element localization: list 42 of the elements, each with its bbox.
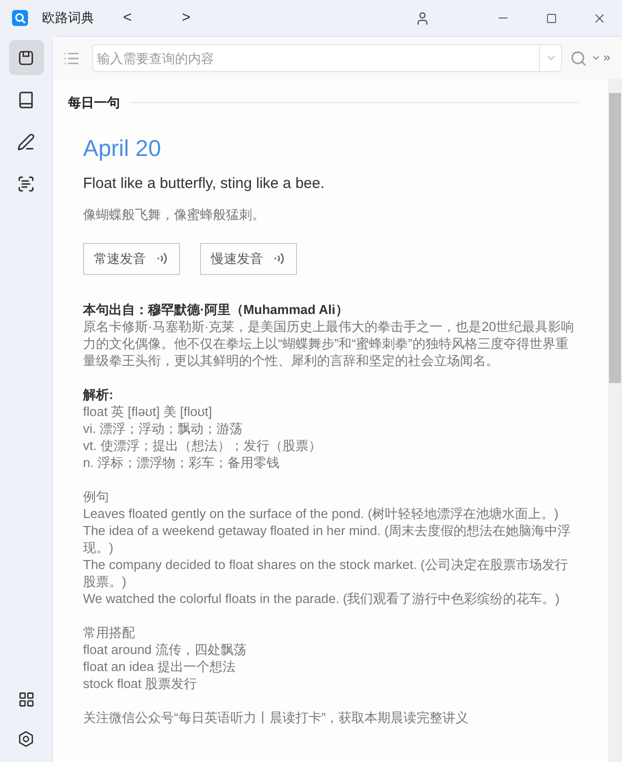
sidebar-item[interactable] — [8, 40, 44, 75]
example-sentence: We watched the colorful floats in the parade. (我们观看了游行中色彩缤纷的花车。) — [83, 590, 561, 606]
forward-button[interactable]: > — [178, 6, 194, 30]
search-field[interactable]: 输入需要查询的内容 — [92, 44, 540, 72]
collocation-line: float around 流传，四处飘荡 — [83, 640, 248, 658]
definition-line: vi. 漂浮；浮动；飘动；游荡 — [83, 420, 244, 436]
footer-note: 关注微信公众号“每日英语听力丨晨读打卡”，获取本期晨读完整讲义 — [83, 708, 470, 726]
apps-icon[interactable] — [18, 691, 34, 708]
analysis-title: 解析: — [83, 386, 114, 402]
definition-line: n. 浮标；漂浮物；彩车；备用零钱 — [83, 454, 280, 470]
pronounce-button[interactable]: 慢速发音 — [200, 242, 297, 274]
example-sentence: The company decided to float shares on the stock market. (公司决定在股票市场发行股票。) — [83, 556, 569, 590]
book-icon — [17, 90, 35, 108]
daily-sentence: Float like a butterfly, sting like a bee. — [83, 174, 326, 194]
account-icon[interactable] — [415, 10, 430, 26]
section-title: 每日一句 — [68, 94, 120, 112]
collocation-line: float an idea 提出一个想法 — [83, 658, 236, 674]
scrollbar[interactable] — [608, 79, 622, 762]
collocations-title: 常用搭配 — [83, 624, 136, 640]
sentence-translation: 像蝴蝶般飞舞，像蜜蜂般猛刺。 — [83, 206, 266, 224]
definition-line: float 英 [fləʊt] 美 [floʊt] — [83, 402, 213, 420]
app-logo-icon — [12, 10, 28, 26]
search-icon[interactable] — [570, 50, 587, 66]
sound-icon — [156, 251, 169, 266]
window-title: 欧路词典 — [42, 9, 94, 28]
example-sentence: The idea of a weekend getaway floated in her mind. (周末去度假的想法在她脑海中浮现。) — [83, 522, 572, 556]
example-sentence: Leaves floated gently on the surface of the pond. (树叶轻轻地漂浮在池塘水面上。) — [83, 504, 560, 522]
date-heading: April 20 — [83, 134, 162, 162]
examples-title: 例句 — [83, 488, 110, 504]
back-button[interactable]: < — [120, 6, 135, 30]
notebook-icon — [17, 48, 35, 66]
source-paragraph: 原名卡修斯·马塞勒斯·克莱，是美国历史上最伟大的拳击手之一，也是20世纪最具影响力的文化偶像。他不仅在拳坛上以“蝴蝶舞步”和“蜜蜂刺拳”的独特风格三度夺得世界重量级拳王头衔，更以其鲜明的个性、犀利的言辞和坚定的社会立场闻名。 — [83, 318, 576, 368]
pen-icon — [17, 132, 35, 150]
maximize-icon[interactable] — [546, 12, 557, 24]
definition-line: vt. 使漂浮；提出（想法）；发行（股票） — [83, 436, 322, 454]
collocation-line: stock float 股票发行 — [83, 674, 198, 692]
more-icon[interactable] — [602, 53, 612, 63]
scan-icon — [17, 174, 35, 192]
pronounce-button[interactable]: 常速发音 — [83, 242, 180, 274]
source-title: 本句出自：穆罕默德·阿里（Muhammad Ali） — [83, 300, 350, 318]
settings-icon[interactable] — [17, 730, 35, 748]
sound-icon — [273, 251, 286, 266]
